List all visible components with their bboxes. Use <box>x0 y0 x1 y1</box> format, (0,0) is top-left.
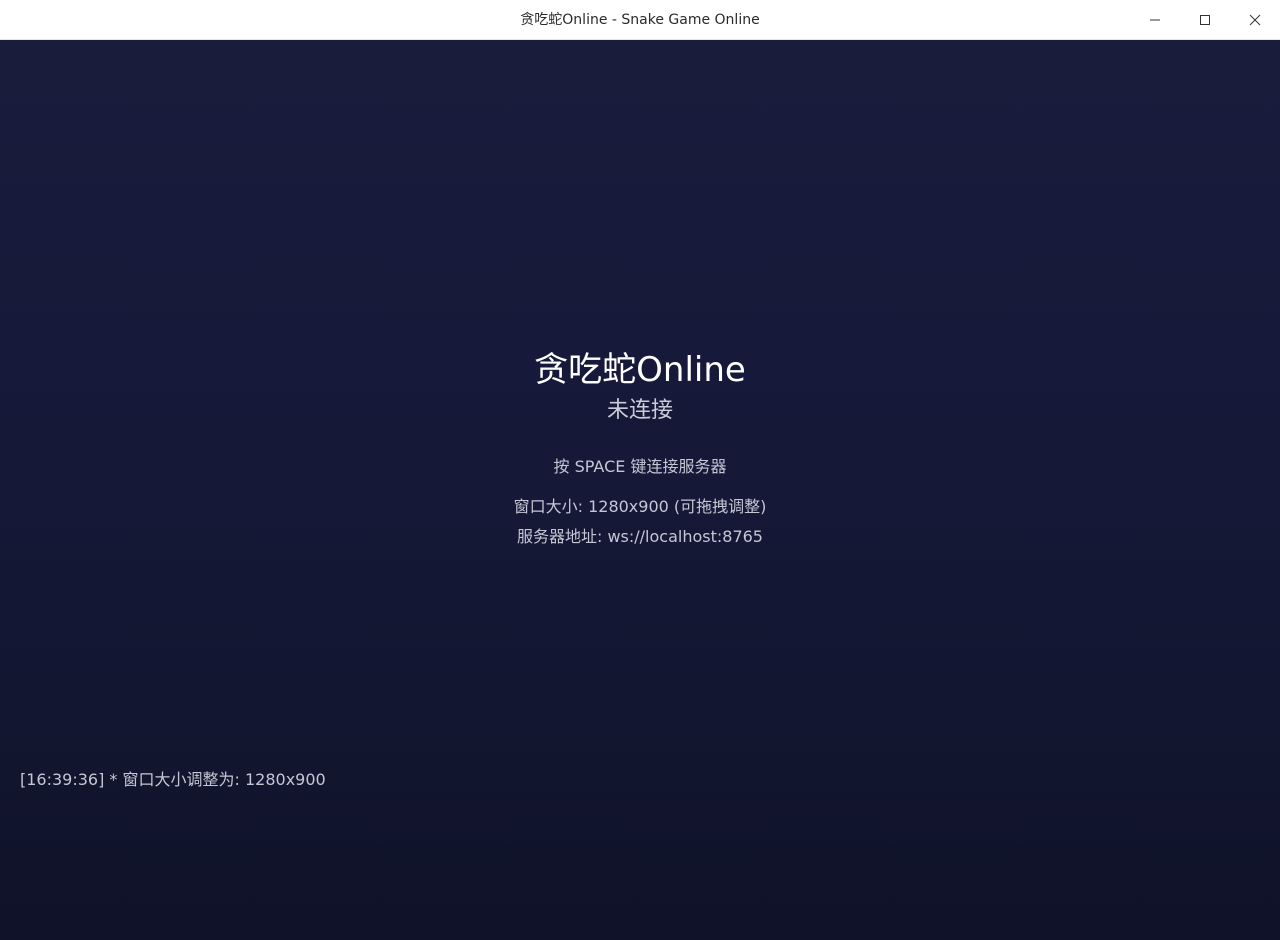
title-bar[interactable]: 贪吃蛇Online - Snake Game Online <box>0 0 1280 40</box>
log-message: [16:39:36] * 窗口大小调整为: 1280x900 <box>20 770 326 789</box>
close-icon <box>1249 14 1261 26</box>
game-canvas[interactable]: 贪吃蛇Online 未连接 按 SPACE 键连接服务器 窗口大小: 1280x… <box>0 40 1280 940</box>
connection-panel: 贪吃蛇Online 未连接 按 SPACE 键连接服务器 窗口大小: 1280x… <box>0 340 1280 552</box>
close-button[interactable] <box>1230 0 1280 40</box>
maximize-icon <box>1199 14 1211 26</box>
window-title: 贪吃蛇Online - Snake Game Online <box>520 12 760 28</box>
server-address-info: 服务器地址: ws://localhost:8765 <box>516 527 763 546</box>
connection-status: 未连接 <box>606 398 673 423</box>
game-title: 贪吃蛇Online <box>534 350 746 390</box>
minimize-button[interactable] <box>1130 0 1180 40</box>
minimize-icon <box>1149 14 1161 26</box>
maximize-button[interactable] <box>1180 0 1230 40</box>
connect-hint: 按 SPACE 键连接服务器 <box>553 457 727 476</box>
window-size-info: 窗口大小: 1280x900 (可拖拽调整) <box>513 497 767 516</box>
app-window: 贪吃蛇Online - Snake Game Online 贪吃蛇Online … <box>0 0 1280 940</box>
